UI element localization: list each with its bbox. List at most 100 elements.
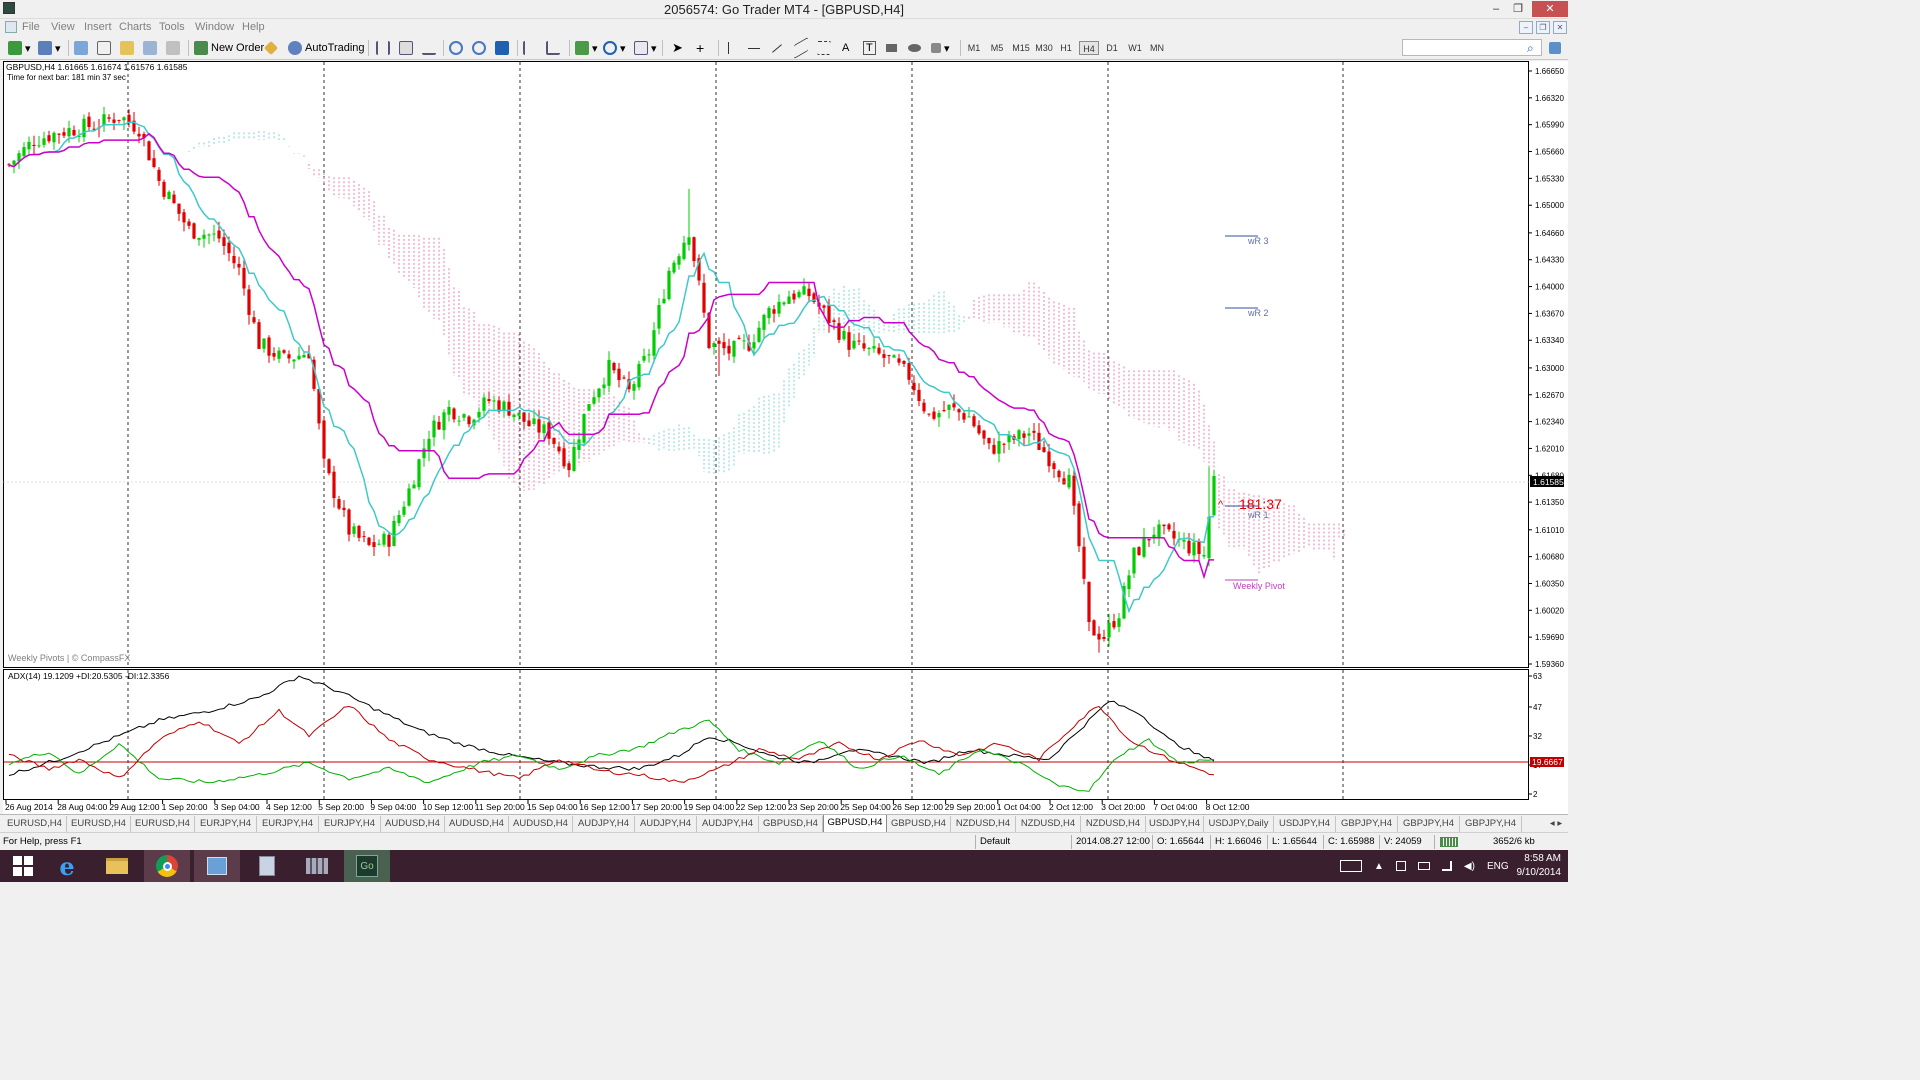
action-center-icon[interactable] [1395, 861, 1406, 871]
new-chart-button[interactable]: ▾ [8, 40, 31, 56]
chart-window[interactable]: wR 3 wR 2 wR 1 Weekly Pivot ^ 181:37 1.6… [3, 61, 1568, 814]
timeframe-m5[interactable]: M5 [987, 41, 1007, 55]
chart-tab[interactable]: EURJPY,H4 [319, 816, 381, 832]
terminal-button[interactable] [143, 40, 157, 56]
mdi-close-button[interactable]: ✕ [1553, 21, 1567, 34]
chart-tab[interactable]: GBPUSD,H4 [823, 815, 887, 833]
taskbar-chrome[interactable] [144, 850, 190, 882]
timeframe-m1[interactable]: M1 [964, 41, 984, 55]
zoom-out-button[interactable] [472, 40, 486, 56]
start-button[interactable] [0, 850, 46, 882]
taskbar-file-explorer[interactable] [94, 850, 140, 882]
indicators-button[interactable]: ▾ [575, 40, 598, 56]
mdi-minimize-button[interactable]: – [1519, 21, 1533, 34]
chart-tab[interactable]: AUDJPY,H4 [573, 816, 635, 832]
menu-tools[interactable]: Tools [159, 21, 185, 33]
ellipse-tool[interactable] [908, 40, 921, 56]
chart-tab[interactable]: USDJPY,Daily [1204, 816, 1274, 832]
chart-tab[interactable]: EURUSD,H4 [67, 816, 131, 832]
candlestick-button[interactable] [399, 40, 413, 56]
new-order-button[interactable]: New Order [194, 40, 264, 56]
zoom-in-button[interactable] [449, 40, 463, 56]
chart-tab[interactable]: GBPUSD,H4 [887, 816, 951, 832]
show-hidden-icons[interactable]: ▲ [1374, 861, 1384, 872]
data-window-button[interactable] [97, 40, 111, 56]
taskbar-control-panel[interactable] [194, 850, 240, 882]
tile-windows-button[interactable] [495, 40, 509, 56]
keyboard-icon[interactable] [1340, 860, 1362, 872]
chart-tab[interactable]: EURUSD,H4 [131, 816, 195, 832]
chart-tab[interactable]: AUDJPY,H4 [635, 816, 697, 832]
templates-button[interactable]: ▾ [634, 40, 657, 56]
timeframe-m30[interactable]: M30 [1033, 41, 1055, 55]
chart-tab[interactable]: AUDJPY,H4 [697, 816, 759, 832]
cursor-tool[interactable]: ➤ [672, 40, 683, 56]
timeframe-h4[interactable]: H4 [1079, 41, 1099, 55]
line-chart-button[interactable] [422, 40, 436, 56]
taskbar-calculator[interactable] [244, 850, 290, 882]
search-icon[interactable]: ⌕ [1527, 40, 1534, 56]
minimize-button[interactable]: – [1486, 1, 1506, 17]
taskbar-go-trader-mt4[interactable]: Go [344, 850, 390, 882]
chart-tab[interactable]: NZDUSD,H4 [1016, 816, 1081, 832]
search-input[interactable] [1402, 39, 1542, 56]
time-axis[interactable]: 26 Aug 2014 28 Aug 04:00 29 Aug 12:00 1 Sep… [5, 800, 1250, 812]
arrows-tool[interactable]: ▾ [931, 40, 950, 56]
trendline-tool[interactable] [771, 40, 783, 56]
strategy-tester-button[interactable] [166, 40, 180, 56]
menu-window[interactable]: Window [195, 21, 234, 33]
menu-help[interactable]: Help [242, 21, 265, 33]
rectangle-tool[interactable] [886, 40, 897, 56]
text-tool[interactable]: A [842, 40, 849, 56]
chart-tab[interactable]: NZDUSD,H4 [951, 816, 1016, 832]
document-icon[interactable] [5, 21, 17, 33]
chart-tab[interactable]: GBPJPY,H4 [1460, 816, 1522, 832]
timeframe-mn[interactable]: MN [1147, 41, 1167, 55]
profile-name[interactable]: Default [980, 836, 1010, 847]
chart-tab[interactable]: EURUSD,H4 [3, 816, 67, 832]
auto-scroll-button[interactable] [523, 40, 537, 56]
clock[interactable]: 8:58 AM 9/10/2014 [1505, 850, 1562, 882]
menu-view[interactable]: View [51, 21, 75, 33]
chart-canvas[interactable]: wR 3 wR 2 wR 1 Weekly Pivot ^ 181:37 1.6… [3, 61, 1568, 814]
taskbar-internet-explorer[interactable]: e [44, 850, 90, 882]
menu-charts[interactable]: Charts [119, 21, 151, 33]
metaeditor-button[interactable] [263, 40, 279, 56]
volume-icon[interactable]: ◀) [1464, 861, 1475, 872]
mdi-restore-button[interactable]: ❐ [1536, 21, 1550, 34]
profiles-button[interactable]: ▾ [38, 40, 61, 56]
chart-tab[interactable]: GBPUSD,H4 [759, 816, 823, 832]
price-axis[interactable]: 1.66650 1.66320 1.65990 1.65660 1.65330 1.650… [1528, 67, 1564, 669]
text-label-tool[interactable]: T [863, 40, 876, 56]
timeframe-m15[interactable]: M15 [1010, 41, 1032, 55]
connection-status-icon[interactable] [1440, 837, 1458, 847]
autotrading-button[interactable]: AutoTrading [288, 40, 365, 56]
bar-chart-button[interactable] [376, 40, 390, 56]
channel-tool[interactable] [794, 36, 808, 60]
chart-tab[interactable]: USDJPY,H4 [1146, 816, 1204, 832]
chart-tab[interactable]: GBPJPY,H4 [1336, 816, 1398, 832]
chart-shift-button[interactable] [546, 40, 560, 56]
fibonacci-tool[interactable] [817, 40, 831, 56]
chart-tab[interactable]: EURJPY,H4 [257, 816, 319, 832]
taskbar-task-view[interactable] [294, 850, 340, 882]
chart-tab[interactable]: GBPJPY,H4 [1398, 816, 1460, 832]
vertical-line-tool[interactable] [728, 40, 729, 56]
community-button[interactable] [1549, 40, 1561, 56]
menu-insert[interactable]: Insert [84, 21, 112, 33]
market-watch-button[interactable] [74, 40, 88, 56]
close-button[interactable]: ✕ [1532, 1, 1568, 17]
chart-tab[interactable]: AUDUSD,H4 [509, 816, 573, 832]
timeframe-w1[interactable]: W1 [1125, 41, 1145, 55]
chart-tab[interactable]: EURJPY,H4 [195, 816, 257, 832]
chart-tab[interactable]: NZDUSD,H4 [1081, 816, 1146, 832]
horizontal-line-tool[interactable] [748, 40, 760, 56]
timeframe-d1[interactable]: D1 [1102, 41, 1122, 55]
tab-scroll-arrows[interactable]: ◂ ▸ [1546, 816, 1566, 832]
navigator-button[interactable] [120, 40, 134, 56]
network-icon[interactable] [1441, 861, 1452, 871]
chart-tab[interactable]: AUDUSD,H4 [445, 816, 509, 832]
power-icon[interactable] [1417, 862, 1430, 870]
crosshair-tool[interactable]: + [696, 40, 704, 56]
chart-tab[interactable]: USDJPY,H4 [1274, 816, 1336, 832]
